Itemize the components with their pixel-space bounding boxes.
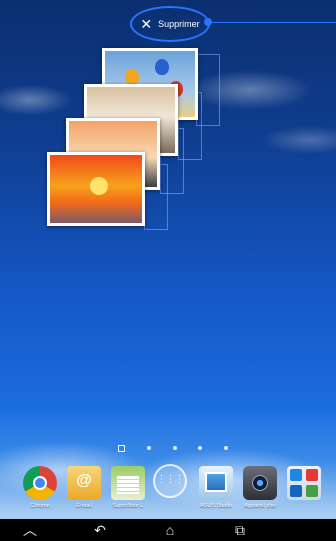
asus-studio-icon [199, 466, 233, 500]
supernote-icon [111, 466, 145, 500]
google-folder-icon [287, 466, 321, 500]
home-page-dot[interactable] [118, 444, 125, 452]
dock-label: ASUS Studio [199, 503, 233, 509]
page-dot[interactable] [172, 446, 177, 450]
remove-label: Supprimer [158, 19, 200, 29]
sun-shape [90, 177, 108, 195]
page-dot[interactable] [224, 446, 228, 450]
page-indicator [118, 444, 228, 452]
dock-item-camera[interactable]: Appareil pho [240, 466, 280, 509]
folder-app-icon [306, 469, 318, 481]
dock-item-supernote[interactable]: SuperNote L [108, 466, 148, 509]
balloon-shape [155, 59, 169, 75]
recent-apps-button[interactable]: ⧉ [220, 519, 260, 541]
dock-label: SuperNote L [112, 503, 144, 509]
all-apps-button[interactable] [150, 464, 190, 498]
page-dot[interactable] [198, 446, 203, 450]
callout-line [208, 22, 336, 23]
email-icon [67, 466, 101, 500]
dock-item-email[interactable]: E-mail [64, 466, 104, 509]
remove-drop-target[interactable]: ✕ Supprimer [130, 6, 210, 42]
dock-label: Chrome [30, 503, 50, 509]
all-apps-icon [153, 464, 187, 498]
home-button[interactable]: ⌂ [150, 519, 190, 541]
chrome-icon [23, 466, 57, 500]
folder-app-icon [290, 469, 302, 481]
back-button[interactable]: ↶ [80, 519, 120, 541]
photo-sunset-sea[interactable] [47, 152, 145, 226]
folder-app-icon [306, 485, 318, 497]
page-dot[interactable] [146, 446, 151, 450]
dock: Chrome E-mail SuperNote L ASUS Studio Ap… [0, 458, 336, 514]
hide-keyboard-button[interactable]: ︿ [10, 519, 50, 541]
back-icon: ↶ [94, 521, 106, 538]
camera-icon [243, 466, 277, 500]
dock-item-asus-studio[interactable]: ASUS Studio [196, 466, 236, 509]
dock-item-google-folder[interactable] [284, 466, 324, 500]
folder-app-icon [290, 485, 302, 497]
home-icon: ⌂ [165, 522, 175, 538]
dock-label: Appareil pho [244, 503, 276, 509]
navigation-bar: ︿ ↶ ⌂ ⧉ [0, 519, 336, 541]
dock-item-chrome[interactable]: Chrome [20, 466, 60, 509]
recent-apps-icon: ⧉ [235, 521, 245, 538]
hide-keyboard-icon: ︿ [23, 522, 37, 538]
close-icon: ✕ [140, 16, 153, 32]
dock-label: E-mail [76, 503, 92, 509]
balloon-shape [125, 69, 139, 85]
